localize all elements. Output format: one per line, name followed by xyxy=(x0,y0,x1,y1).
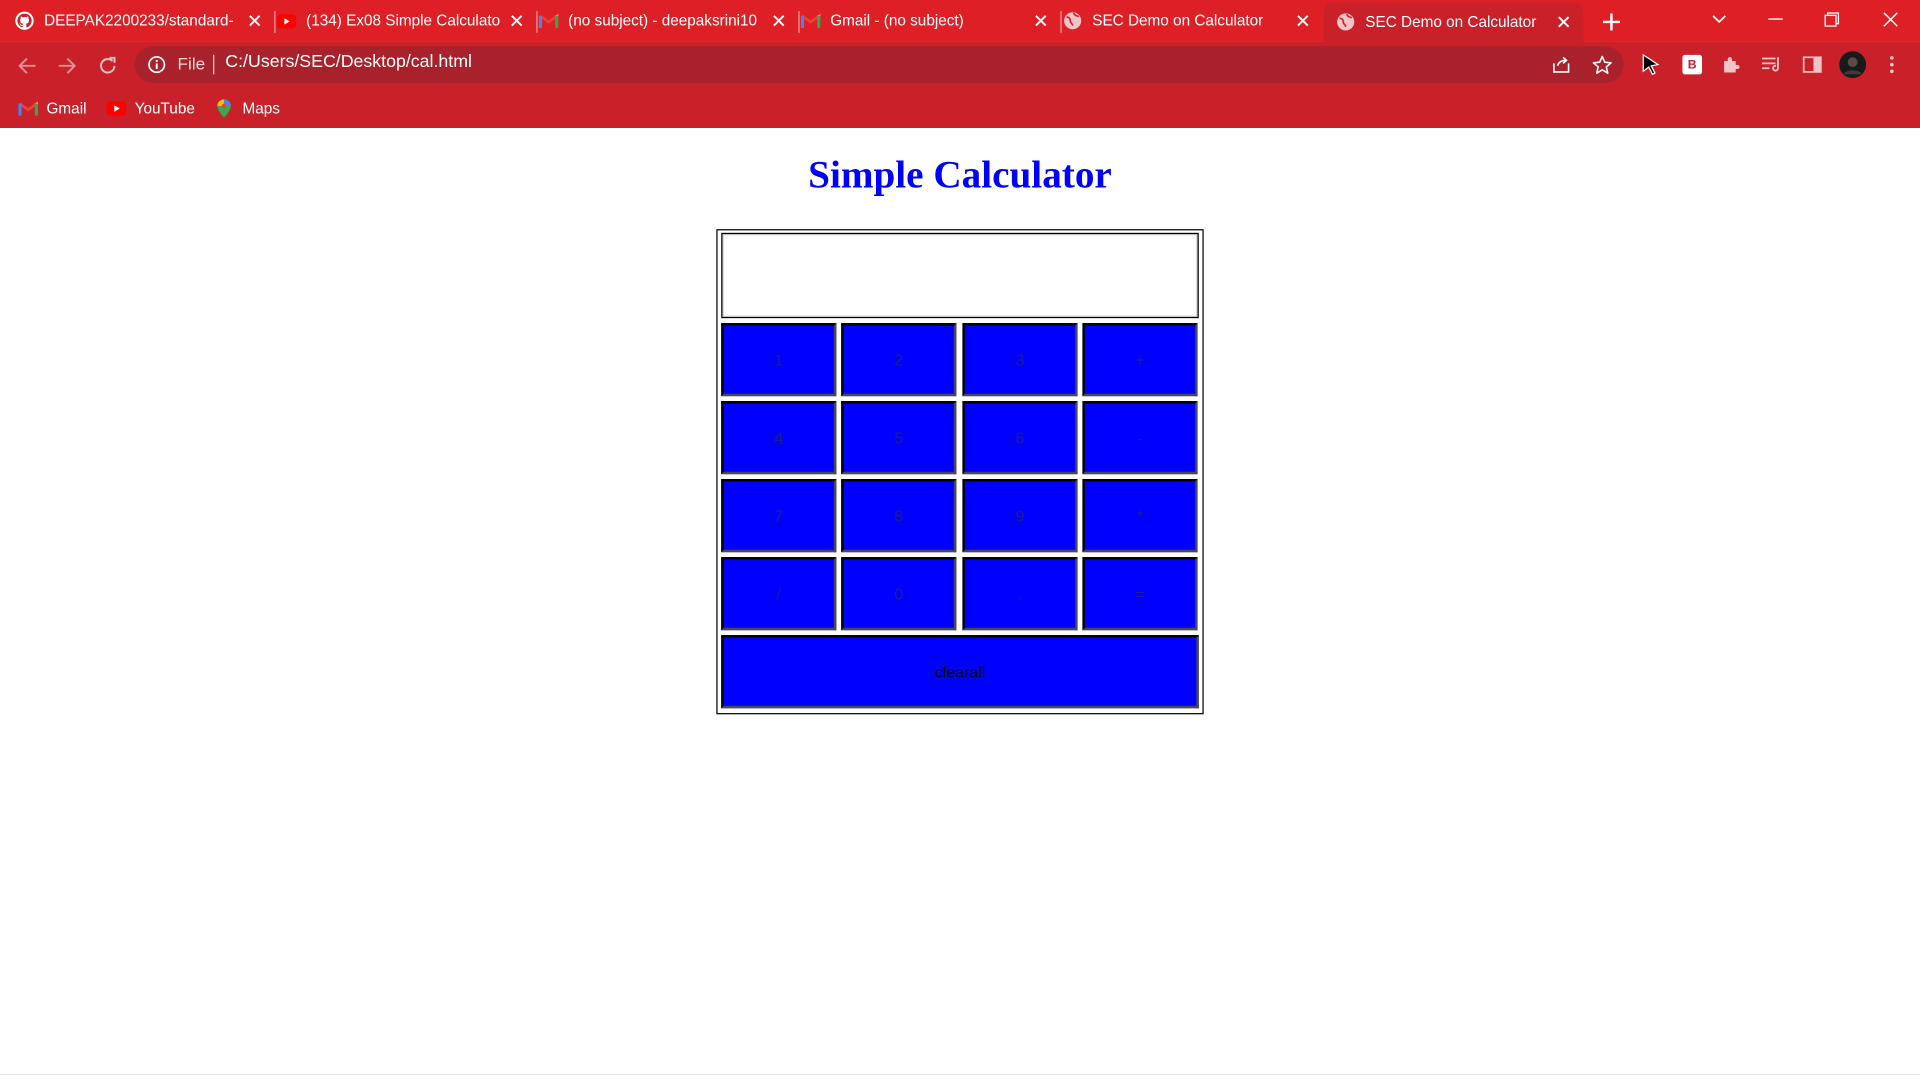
tab-separator xyxy=(798,10,800,33)
page-bottom-divider xyxy=(0,1073,1920,1076)
tab-separator xyxy=(536,10,538,33)
close-icon[interactable] xyxy=(1293,11,1313,31)
kebab-menu-icon[interactable] xyxy=(1880,52,1904,76)
new-tab-button[interactable] xyxy=(1597,7,1626,36)
close-icon[interactable] xyxy=(507,11,527,31)
key-plus[interactable]: + xyxy=(1082,323,1198,397)
cursor-extension-icon[interactable] xyxy=(1638,52,1662,76)
tab-title: SEC Demo on Calculator xyxy=(1365,13,1537,31)
profile-avatar[interactable] xyxy=(1839,51,1867,79)
key-9[interactable]: 9 xyxy=(962,479,1078,553)
page-title: Simple Calculator xyxy=(808,152,1112,197)
restore-icon[interactable] xyxy=(1804,0,1860,39)
clear-all-button[interactable]: clearall xyxy=(721,635,1199,709)
calculator-display[interactable] xyxy=(721,232,1199,319)
globe-icon xyxy=(1063,11,1083,31)
youtube-icon xyxy=(276,11,297,31)
gmail-icon xyxy=(538,11,559,31)
bookmark-gmail[interactable]: Gmail xyxy=(18,95,87,122)
key-divide[interactable]: / xyxy=(721,557,837,631)
bookmark-star-icon[interactable] xyxy=(1591,54,1613,76)
tab-youtube[interactable]: (134) Ex08 Simple Calculato xyxy=(276,2,537,39)
key-multiply[interactable]: * xyxy=(1082,479,1198,553)
tab-strip: DEEPAK2200233/standard- (134) Ex08 Simpl… xyxy=(0,0,1920,42)
tab-search-chevron-down-icon[interactable] xyxy=(1691,0,1747,39)
tab-gmail-draft[interactable]: (no subject) - deepaksrini10 xyxy=(538,2,799,39)
gmail-icon xyxy=(18,99,38,119)
side-panel-icon[interactable] xyxy=(1800,52,1824,76)
gmail-icon xyxy=(800,11,821,31)
bookmark-label: YouTube xyxy=(134,99,195,118)
tab-title: (134) Ex08 Simple Calculato xyxy=(306,12,501,30)
key-equals[interactable]: = xyxy=(1082,557,1198,631)
b-extension-icon[interactable]: B xyxy=(1680,52,1704,76)
info-icon[interactable] xyxy=(147,55,167,75)
address-bar[interactable]: File C:/Users/SEC/Desktop/cal.html xyxy=(134,46,1624,83)
github-icon xyxy=(15,11,35,31)
close-icon[interactable] xyxy=(1031,11,1051,31)
back-arrow-icon[interactable] xyxy=(11,50,43,82)
youtube-icon xyxy=(106,99,127,119)
window-close-icon[interactable] xyxy=(1862,0,1918,39)
key-3[interactable]: 3 xyxy=(962,323,1078,397)
tab-title: Gmail - (no subject) xyxy=(830,12,964,30)
key-minus[interactable]: - xyxy=(1082,401,1198,475)
bookmark-label: Maps xyxy=(242,99,280,118)
reading-list-icon[interactable] xyxy=(1760,52,1784,76)
key-decimal[interactable]: . xyxy=(962,557,1078,631)
bookmark-label: Gmail xyxy=(46,99,87,118)
tab-title: (no subject) - deepaksrini10 xyxy=(568,12,758,30)
tab-separator xyxy=(274,10,276,33)
tab-gmail[interactable]: Gmail - (no subject) xyxy=(800,2,1061,39)
key-5[interactable]: 5 xyxy=(841,401,957,475)
key-2[interactable]: 2 xyxy=(841,323,957,397)
key-0[interactable]: 0 xyxy=(841,557,957,631)
key-8[interactable]: 8 xyxy=(841,479,957,553)
tab-sec-demo-active[interactable]: SEC Demo on Calculator xyxy=(1323,2,1584,42)
globe-icon xyxy=(1336,12,1356,32)
tab-github[interactable]: DEEPAK2200233/standard- xyxy=(15,2,275,39)
forward-arrow-icon[interactable] xyxy=(51,50,83,82)
extensions-puzzle-icon[interactable] xyxy=(1719,52,1743,76)
b-extension-badge: B xyxy=(1682,54,1703,75)
browser-window: DEEPAK2200233/standard- (134) Ex08 Simpl… xyxy=(0,0,1920,1080)
tab-title: SEC Demo on Calculator xyxy=(1092,12,1264,30)
share-icon[interactable] xyxy=(1550,54,1572,76)
key-7[interactable]: 7 xyxy=(721,479,837,553)
reload-icon[interactable] xyxy=(92,50,124,82)
close-icon[interactable] xyxy=(245,11,265,31)
minimize-icon[interactable] xyxy=(1747,0,1803,39)
url-text[interactable]: C:/Users/SEC/Desktop/cal.html xyxy=(225,52,472,72)
bookmark-maps[interactable]: Maps xyxy=(214,95,280,122)
bookmark-youtube[interactable]: YouTube xyxy=(106,95,195,122)
toolbar: File C:/Users/SEC/Desktop/cal.html B xyxy=(0,41,1920,89)
close-icon[interactable] xyxy=(1554,12,1574,32)
address-divider xyxy=(213,54,215,75)
scheme-label: File xyxy=(177,53,206,74)
key-4[interactable]: 4 xyxy=(721,401,837,475)
maps-icon xyxy=(214,99,234,119)
close-icon[interactable] xyxy=(769,11,789,31)
key-6[interactable]: 6 xyxy=(962,401,1078,475)
calculator: 1 2 3 + 4 5 6 - 7 8 9 * / 0 . = clearall xyxy=(716,229,1204,715)
tab-sec-demo[interactable]: SEC Demo on Calculator xyxy=(1063,2,1323,39)
tab-title: DEEPAK2200233/standard- xyxy=(44,12,234,30)
bookmarks-bar: Gmail YouTube Maps xyxy=(0,88,1920,128)
tab-separator xyxy=(1060,10,1062,33)
key-1[interactable]: 1 xyxy=(721,323,837,397)
